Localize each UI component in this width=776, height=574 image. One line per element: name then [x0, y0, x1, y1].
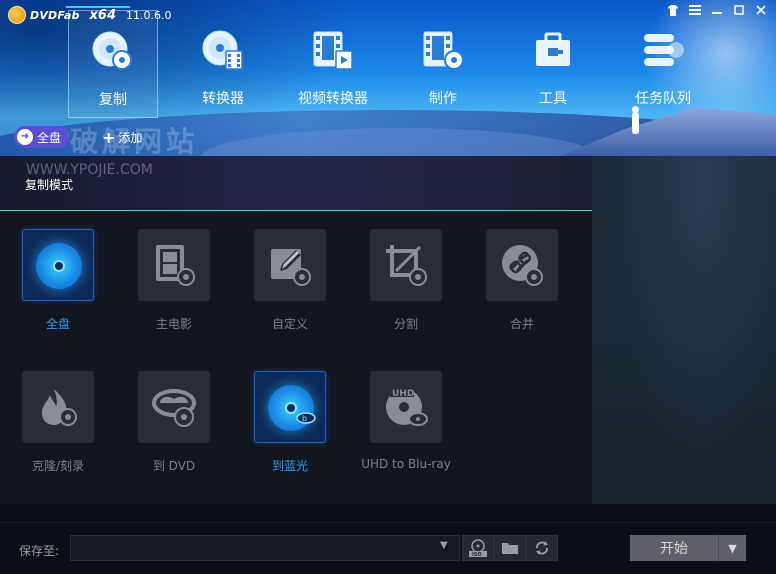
browse-folder-button[interactable]	[494, 535, 526, 561]
copy-mode-panel: 复制模式 全盘 主电影 自定义 分割 合并 克隆/刻录 到 DVD b 到蓝光 …	[0, 156, 592, 504]
mode-to-bluray-label: 到蓝光	[271, 459, 308, 473]
mode-to-bluray[interactable]: b 到蓝光	[232, 371, 348, 481]
plus-icon: +	[102, 127, 116, 147]
tab-creator-label: 制作	[429, 91, 457, 107]
mode-split[interactable]: 分割	[348, 229, 464, 339]
iso-icon: ISO	[469, 539, 487, 557]
tab-queue-label: 任务队列	[635, 91, 691, 107]
start-options-chevron-icon[interactable]: ▼	[718, 535, 746, 561]
mode-to-dvd[interactable]: 到 DVD	[116, 371, 232, 481]
svg-text:b: b	[302, 414, 307, 423]
main-movie-icon	[152, 243, 196, 287]
uhd-to-bluray-icon: UHD	[384, 385, 428, 429]
mode-to-dvd-box	[138, 371, 210, 443]
full-disc-source-label: 全盘	[37, 130, 62, 145]
tab-video-converter[interactable]: 视频转换器	[288, 10, 378, 118]
tab-copy-label: 复制	[99, 92, 127, 108]
tab-tools-label: 工具	[539, 91, 567, 107]
mode-full-disc-box	[22, 229, 94, 301]
task-queue-icon	[640, 28, 686, 74]
tab-copy[interactable]: 复制	[68, 10, 158, 118]
add-source-label: 添加	[118, 131, 143, 145]
start-button[interactable]: 开始	[630, 535, 718, 561]
full-disc-icon	[36, 243, 82, 289]
merge-icon	[500, 243, 544, 287]
disc-copy-icon	[90, 29, 136, 75]
mode-full-disc-label: 全盘	[45, 317, 70, 331]
mode-merge-box	[486, 229, 558, 301]
tab-video-converter-label: 视频转换器	[298, 91, 368, 107]
mode-to-bluray-box: b	[254, 371, 326, 443]
footer-divider	[0, 522, 776, 523]
mode-split-label: 分割	[393, 317, 418, 331]
active-tab-indicator	[66, 6, 130, 8]
mode-to-dvd-label: 到 DVD	[152, 459, 196, 473]
save-path-input[interactable]	[70, 535, 460, 561]
film-disc-icon	[420, 28, 466, 74]
mode-customize-box	[254, 229, 326, 301]
mode-main-movie-box	[138, 229, 210, 301]
close-icon[interactable]	[752, 2, 770, 18]
save-to-label: 保存至:	[19, 544, 60, 558]
tab-ripper-label: 转换器	[202, 91, 244, 107]
dvdfab-logo-icon	[8, 6, 26, 24]
disc-film-icon	[200, 28, 246, 74]
svg-text:ISO: ISO	[472, 552, 482, 557]
arrow-right-icon: ➜	[17, 129, 33, 145]
mode-main-movie[interactable]: 主电影	[116, 229, 232, 339]
mode-clone-burn[interactable]: 克隆/刻录	[0, 371, 116, 481]
mode-merge-label: 合并	[509, 317, 534, 331]
folder-icon	[502, 543, 518, 554]
mode-uhd-to-bluray-box: UHD	[370, 371, 442, 443]
mode-clone-burn-label: 克隆/刻录	[31, 459, 85, 473]
mode-full-disc[interactable]: 全盘	[0, 229, 116, 339]
film-converter-icon	[310, 28, 356, 74]
mode-clone-burn-box	[22, 371, 94, 443]
add-source-button[interactable]: + 添加	[102, 129, 142, 146]
header-banner: DVDFab x64 11.0.6.0 复制 转换器 视频转换器 制作 工具 任…	[0, 0, 776, 156]
mode-main-movie-label: 主电影	[155, 317, 192, 331]
mode-uhd-to-bluray-label: UHD to Blu-ray	[361, 457, 451, 471]
full-disc-source-button[interactable]: ➜ 全盘	[14, 126, 70, 148]
tab-tools[interactable]: 工具	[508, 10, 598, 118]
chevron-down-icon[interactable]: ▼	[440, 540, 448, 551]
to-bluray-icon: b	[268, 385, 316, 431]
toolbox-icon	[530, 28, 576, 74]
dvdfab-window: DVDFab x64 11.0.6.0 复制 转换器 视频转换器 制作 工具 任…	[0, 0, 776, 574]
split-icon	[384, 243, 428, 287]
mode-customize-label: 自定义	[271, 317, 308, 331]
info-side-panel	[592, 156, 776, 504]
refresh-button[interactable]	[526, 535, 558, 561]
copy-mode-divider	[0, 210, 592, 211]
save-as-iso-button[interactable]: ISO	[462, 535, 494, 561]
mode-uhd-to-bluray[interactable]: UHD UHD to Blu-ray	[348, 371, 464, 481]
svg-text:UHD: UHD	[392, 389, 414, 399]
copy-mode-title: 复制模式	[25, 178, 74, 192]
tab-ripper[interactable]: 转换器	[178, 10, 268, 118]
side-panel-shade	[592, 156, 776, 504]
mode-customize[interactable]: 自定义	[232, 229, 348, 339]
tab-queue[interactable]: 任务队列	[618, 10, 708, 118]
clone-burn-icon	[36, 385, 80, 429]
tab-creator[interactable]: 制作	[398, 10, 488, 118]
refresh-icon	[536, 541, 548, 555]
mode-merge[interactable]: 合并	[464, 229, 580, 339]
to-dvd-icon	[152, 385, 196, 429]
watermark-url: WWW.YPOJIE.COM	[26, 162, 153, 178]
minimize-icon[interactable]	[708, 2, 726, 18]
customize-icon	[268, 243, 312, 287]
mode-split-box	[370, 229, 442, 301]
footer-bar: 保存至: ▼ ISO 开始 ▼	[0, 504, 776, 574]
maximize-icon[interactable]	[730, 2, 748, 18]
